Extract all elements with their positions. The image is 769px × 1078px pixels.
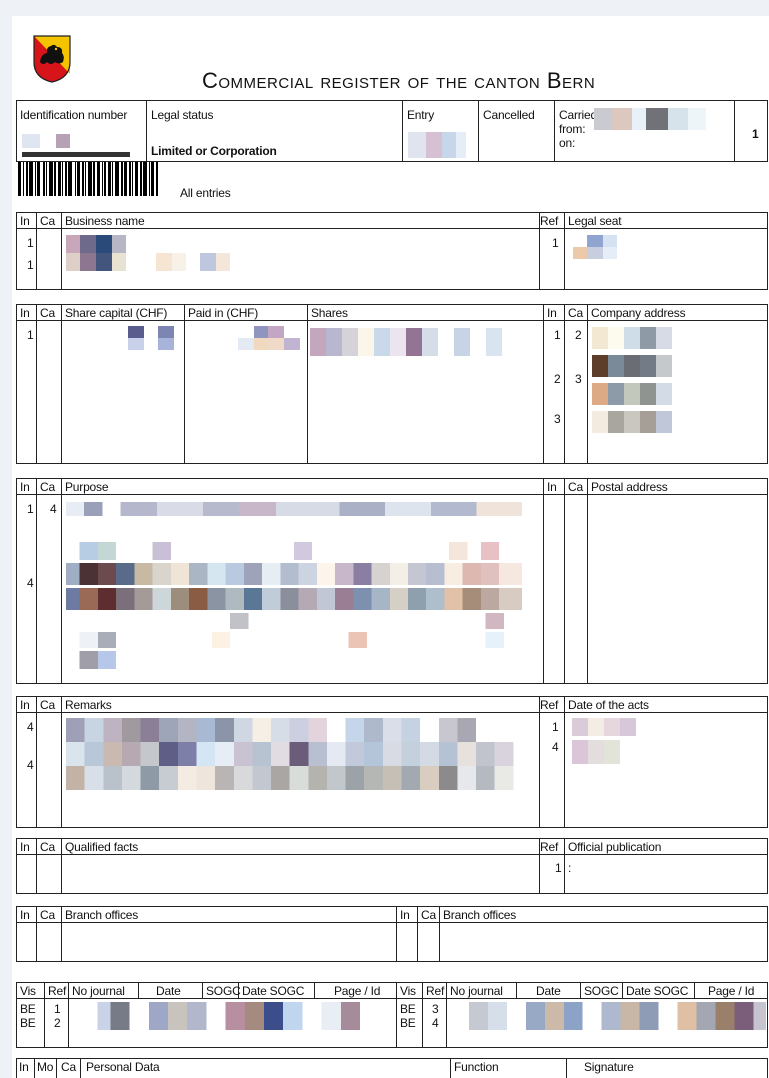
register-page: Commercial register of the canton Bern I… (12, 16, 769, 1078)
entry-label: Entry (407, 108, 435, 122)
redacted-journal-left (72, 1002, 392, 1030)
redacted-identification-number (22, 134, 132, 148)
cancelled-label: Cancelled (483, 108, 535, 122)
sogc-header-2: SOGC (584, 984, 619, 998)
page-title: Commercial register of the canton Bern (202, 68, 596, 93)
sogc-header: SOGC (206, 984, 241, 998)
carried-on-label: on: (559, 136, 576, 150)
branch-offices-header: Branch offices (65, 908, 139, 922)
redacted-journal-right (450, 1002, 766, 1030)
function-header: Function (454, 1060, 499, 1074)
legal-seat-header: Legal seat (568, 214, 622, 228)
carried-label: Carried (559, 108, 597, 122)
redacted-legal-seat (573, 235, 623, 259)
carried-from-label: from: (559, 122, 586, 136)
personal-data-header: Personal Data (86, 1060, 160, 1074)
identification-number-label: Identification number (20, 108, 128, 122)
redacted-entry (408, 132, 468, 158)
page-id-header: Page / Id (334, 984, 381, 998)
signature-header: Signature (584, 1060, 634, 1074)
no-journal-header: No journal (72, 984, 125, 998)
all-entries-label: All entries (180, 186, 231, 200)
business-name-header: Business name (65, 214, 145, 228)
redacted-share-capital (114, 326, 174, 350)
branch-offices-header-2: Branch offices (443, 908, 517, 922)
legal-status-label: Legal status (151, 108, 214, 122)
redacted-paid-in (238, 326, 300, 350)
remarks-header: Remarks (65, 698, 112, 712)
official-publication-header: Official publication (568, 840, 662, 854)
redacted-purpose (66, 502, 522, 672)
no-journal-header-2: No journal (450, 984, 503, 998)
page-number: 1 (752, 127, 759, 141)
date-header: Date (156, 984, 181, 998)
postal-address-header: Postal address (591, 480, 668, 494)
redacted-shares (310, 328, 510, 356)
redacted-carried (594, 108, 714, 130)
qualified-facts-header: Qualified facts (65, 840, 139, 854)
redacted-remarks (66, 718, 532, 790)
share-capital-header: Share capital (CHF) (65, 306, 168, 320)
redacted-company-address (592, 327, 680, 439)
paid-in-header: Paid in (CHF) (188, 306, 259, 320)
barcode (18, 162, 158, 196)
redacted-business-name (66, 235, 246, 271)
company-address-header: Company address (591, 306, 686, 320)
page-id-header-2: Page / Id (708, 984, 755, 998)
bern-bear-shield-icon (33, 35, 71, 83)
shares-header: Shares (311, 306, 348, 320)
legal-status-value: Limited or Corporation (151, 144, 277, 158)
purpose-header: Purpose (65, 480, 109, 494)
redacted-date-of-acts (572, 718, 642, 768)
date-of-acts-header: Date of the acts (568, 698, 649, 712)
date-sogc-header: Date SOGC (242, 984, 305, 998)
date-header-2: Date (536, 984, 561, 998)
date-sogc-header-2: Date SOGC (626, 984, 689, 998)
